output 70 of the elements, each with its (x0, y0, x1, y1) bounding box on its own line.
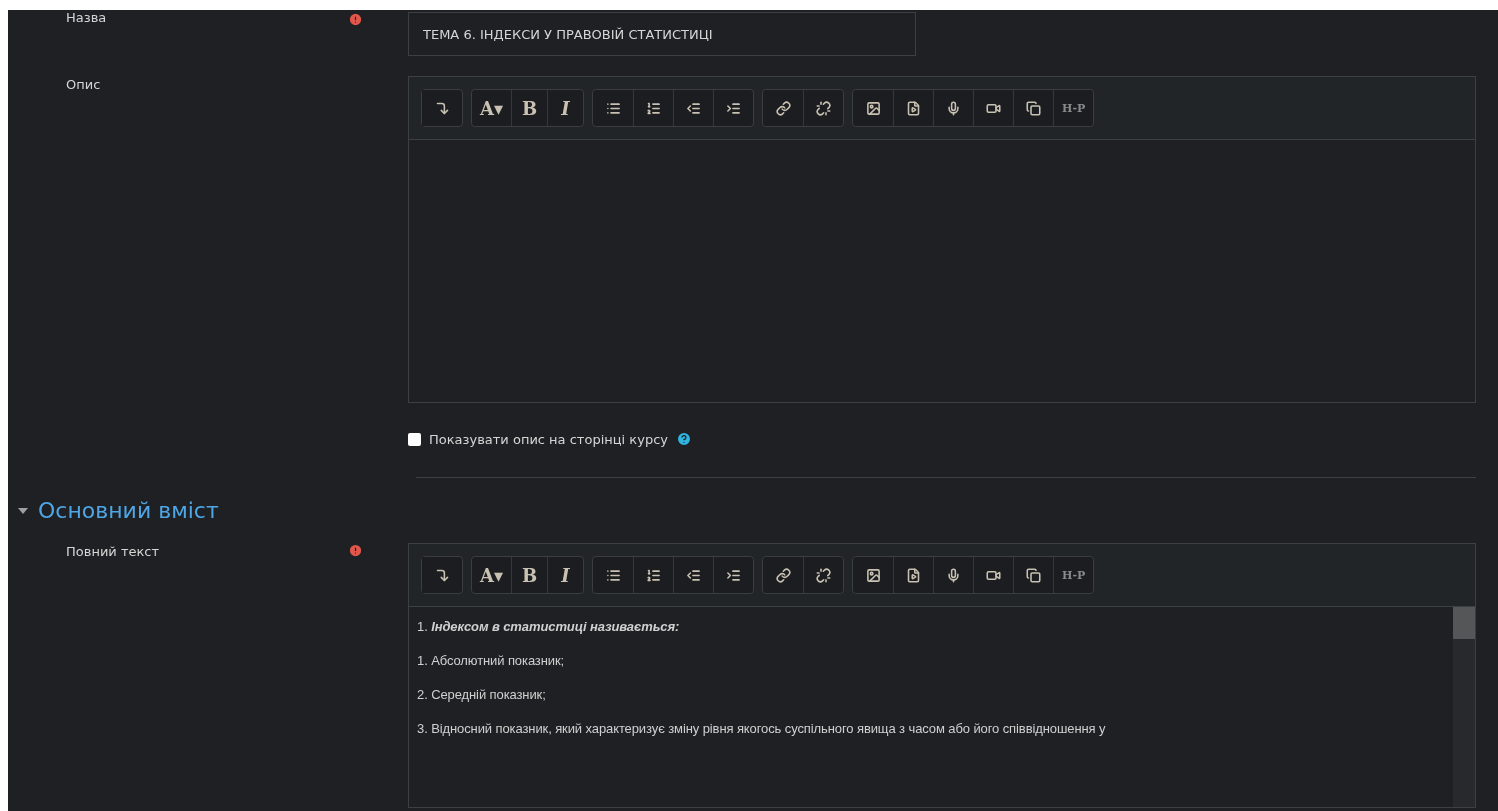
arrow-icon (434, 100, 450, 116)
video-file-icon (906, 567, 921, 583)
toolbar-button[interactable]: H-P (1053, 557, 1094, 593)
toolbar-button[interactable] (633, 90, 673, 126)
microphone-icon (946, 100, 961, 116)
microphone-icon (946, 567, 961, 583)
link-icon (775, 100, 791, 116)
toolbar-button[interactable] (933, 557, 973, 593)
toolbar-button[interactable] (1013, 557, 1053, 593)
editor-paragraph: 1. Індексом в статистиці називається: (417, 618, 681, 636)
toolbar-button[interactable]: H-P (1053, 90, 1094, 126)
toolbar-button[interactable] (803, 557, 843, 593)
image-icon (865, 567, 881, 583)
toolbar-button[interactable]: A▾ (472, 90, 511, 126)
field-label: Опис (65, 76, 102, 94)
field-label: Повний текст (65, 543, 161, 561)
toolbar-button[interactable] (853, 90, 893, 126)
toolbar-button[interactable] (713, 90, 753, 126)
toolbar-button[interactable] (933, 90, 973, 126)
toolbar-button[interactable] (713, 557, 753, 593)
title-field[interactable]: ТЕМА 6. ІНДЕКСИ У ПРАВОВІЙ СТАТИСТИЦІ (408, 12, 916, 56)
outdent-icon (686, 100, 701, 116)
toolbar-button[interactable] (1013, 90, 1053, 126)
numbered-list-icon (646, 567, 661, 583)
help-icon[interactable] (676, 431, 692, 447)
toolbar-button[interactable] (593, 557, 633, 593)
toolbar-button[interactable] (422, 557, 462, 593)
toolbar-button[interactable] (763, 557, 803, 593)
required-icon (348, 543, 363, 558)
toolbar-button[interactable] (673, 557, 713, 593)
caret-icon (18, 505, 28, 516)
image-icon (865, 100, 881, 116)
numbered-list-icon (646, 100, 661, 116)
scrollbar-thumb[interactable] (1453, 607, 1475, 639)
indent-icon (726, 100, 741, 116)
toolbar-button[interactable] (973, 90, 1013, 126)
bullet-list-icon (605, 567, 621, 583)
unlink-icon (816, 100, 831, 116)
editor-paragraph: 2. Середній показник; (417, 686, 547, 704)
toolbar-button[interactable] (763, 90, 803, 126)
editor-paragraph: 3. Відносний показник, який характеризує зміну рівня якогось суспільного явища з часом або його співвідношення у (417, 720, 1107, 738)
checkbox-label: Показувати опис на сторінці курсу (429, 431, 668, 447)
toolbar-button[interactable]: B (511, 557, 547, 593)
toolbar-button[interactable] (803, 90, 843, 126)
arrow-icon (434, 567, 450, 583)
toolbar-button[interactable] (853, 557, 893, 593)
toolbar-button[interactable]: I (547, 90, 583, 126)
text-editor[interactable]: A▾ B I H-P (408, 76, 1476, 403)
copy-icon (1026, 567, 1041, 583)
toolbar-button[interactable] (973, 557, 1013, 593)
toolbar-button[interactable] (593, 90, 633, 126)
toolbar-button[interactable] (893, 557, 933, 593)
indent-icon (726, 567, 741, 583)
toolbar-button[interactable]: A▾ (472, 557, 511, 593)
toolbar-button[interactable] (633, 557, 673, 593)
toolbar-button[interactable] (893, 90, 933, 126)
toolbar-button[interactable] (673, 90, 713, 126)
checkbox[interactable] (408, 432, 421, 446)
copy-icon (1026, 100, 1041, 116)
toolbar-button[interactable] (422, 90, 462, 126)
toolbar-button[interactable]: I (547, 557, 583, 593)
link-icon (775, 567, 791, 583)
field-label: Назва (65, 10, 108, 27)
bullet-list-icon (605, 100, 621, 116)
editor-paragraph: 1. Абсолютний показник; (417, 652, 566, 670)
outdent-icon (686, 567, 701, 583)
section-header[interactable]: Основний вміст (8, 498, 219, 523)
unlink-icon (816, 567, 831, 583)
video-file-icon (906, 100, 921, 116)
toolbar-button[interactable]: B (511, 90, 547, 126)
